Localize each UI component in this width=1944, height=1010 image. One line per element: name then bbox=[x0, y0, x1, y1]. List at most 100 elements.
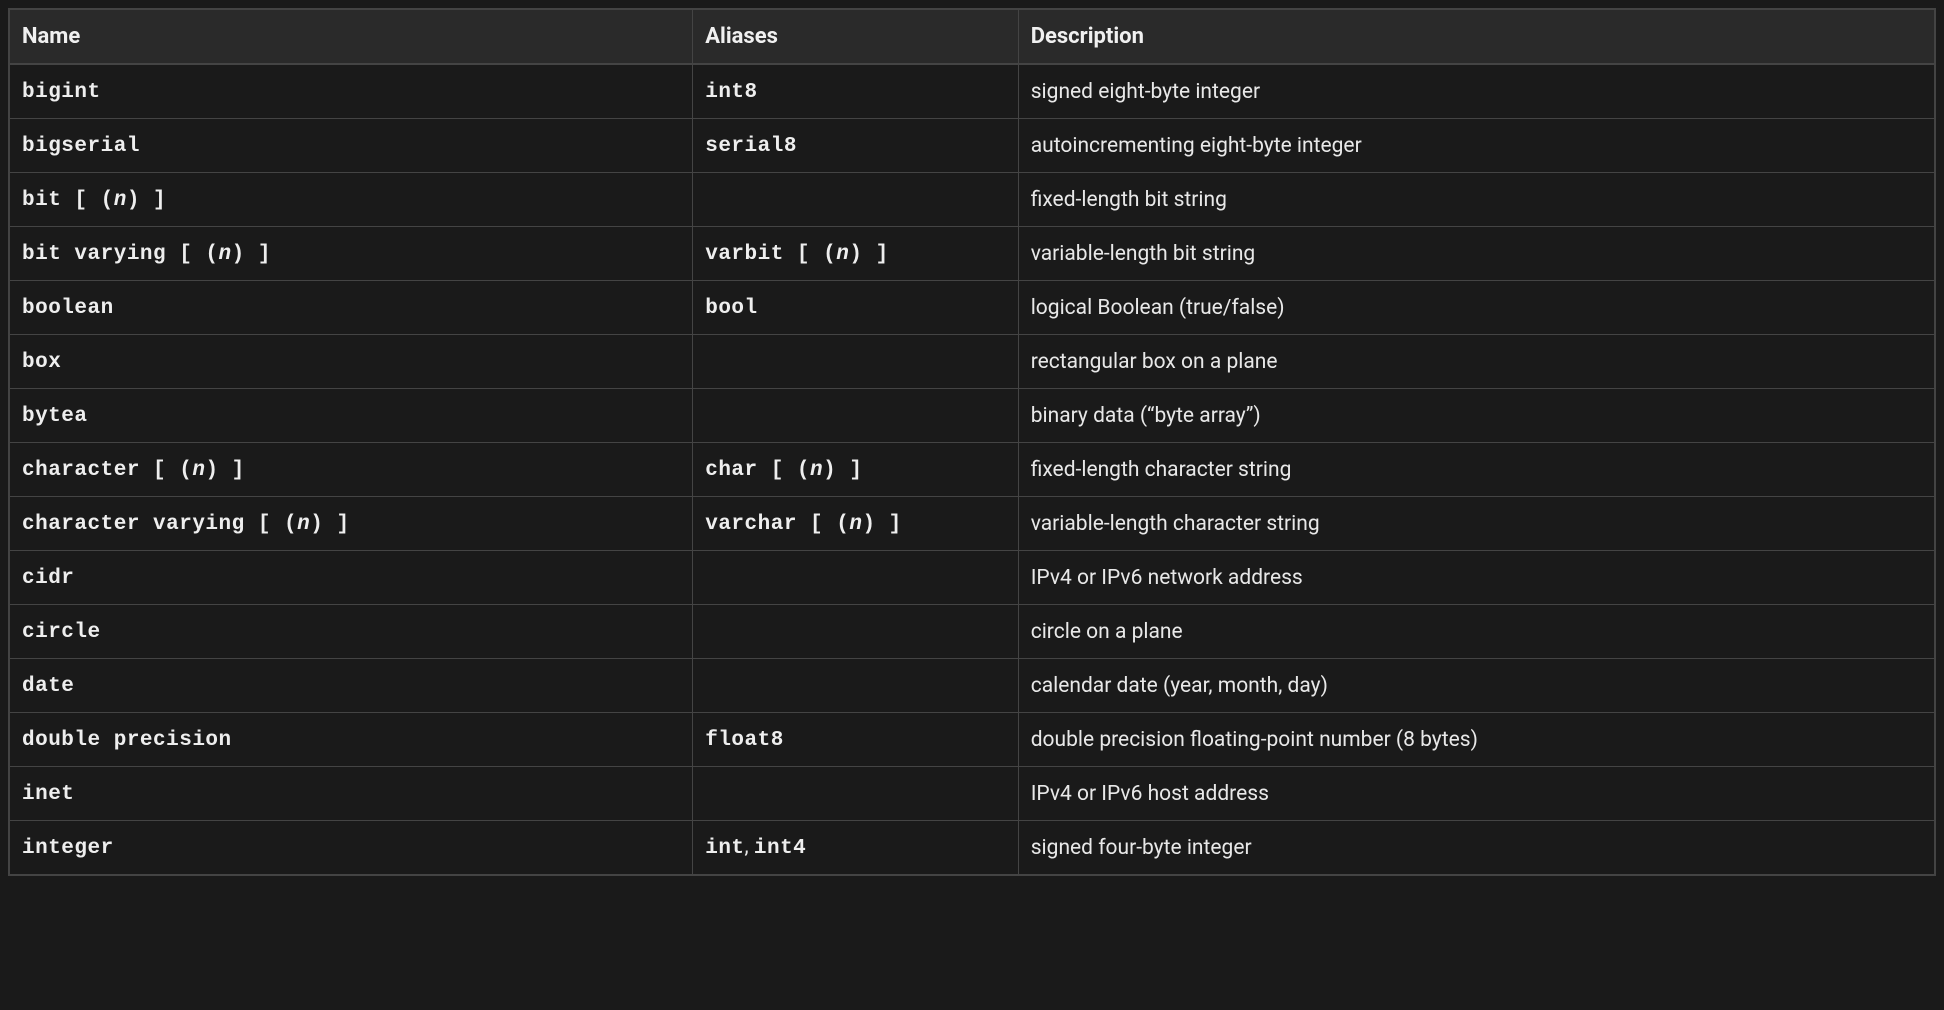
cell-alias: bool bbox=[693, 281, 1018, 335]
cell-name: circle bbox=[9, 605, 693, 659]
cell-name: bigserial bbox=[9, 119, 693, 173]
text-part: varchar [ ( bbox=[705, 513, 849, 536]
text-part: character [ ( bbox=[22, 459, 192, 482]
cell-alias bbox=[693, 389, 1018, 443]
table-row: bigserial serial8 autoincrementing eight-b… bbox=[9, 119, 1935, 173]
table-row: integerint, int4signed four-byte integer bbox=[9, 821, 1935, 876]
cell-alias: float8 bbox=[693, 713, 1018, 767]
table-row: bytea binary data (“byte array”) bbox=[9, 389, 1935, 443]
text-part: character varying [ ( bbox=[22, 513, 297, 536]
cell-description: calendar date (year, month, day) bbox=[1018, 659, 1935, 713]
cell-alias: varchar [ (n) ] bbox=[693, 497, 1018, 551]
text-part: circle bbox=[22, 621, 101, 644]
text-part: integer bbox=[22, 837, 114, 860]
cell-description: variable-length bit string bbox=[1018, 227, 1935, 281]
table-row: double precision float8 double precision f… bbox=[9, 713, 1935, 767]
text-part: serial8 bbox=[705, 135, 797, 158]
cell-name: inet bbox=[9, 767, 693, 821]
cell-alias: int, int4 bbox=[693, 821, 1018, 876]
cell-name: double precision bbox=[9, 713, 693, 767]
text-part: ) ] bbox=[232, 243, 271, 266]
cell-description: signed eight-byte integer bbox=[1018, 64, 1935, 119]
text-part: n bbox=[219, 243, 232, 266]
table-row: bit varying [ (n) ]varbit [ (n) ]variabl… bbox=[9, 227, 1935, 281]
cell-name: cidr bbox=[9, 551, 693, 605]
cell-description: signed four-byte integer bbox=[1018, 821, 1935, 876]
text-part: bytea bbox=[22, 405, 88, 428]
cell-description: IPv4 or IPv6 host address bbox=[1018, 767, 1935, 821]
cell-alias bbox=[693, 605, 1018, 659]
text-part: bigserial bbox=[22, 135, 140, 158]
table-header-row: Name Aliases Description bbox=[9, 9, 1935, 64]
text-part: char [ ( bbox=[705, 459, 810, 482]
header-description: Description bbox=[1018, 9, 1935, 64]
cell-name: character [ (n) ] bbox=[9, 443, 693, 497]
cell-alias bbox=[693, 659, 1018, 713]
table-body: bigintint8signed eight-byte integerbigse… bbox=[9, 64, 1935, 875]
text-part: n bbox=[297, 513, 310, 536]
cell-description: IPv4 or IPv6 network address bbox=[1018, 551, 1935, 605]
cell-alias bbox=[693, 335, 1018, 389]
table-row: character varying [ (n) ]varchar [ (n) ]… bbox=[9, 497, 1935, 551]
cell-alias bbox=[693, 173, 1018, 227]
text-part: varbit [ ( bbox=[705, 243, 836, 266]
data-types-table: Name Aliases Description bigint int8 signe… bbox=[8, 8, 1936, 876]
cell-alias bbox=[693, 551, 1018, 605]
text-part: bit [ ( bbox=[22, 189, 114, 212]
text-part: ) ] bbox=[310, 513, 349, 536]
text-part: boolean bbox=[22, 297, 114, 320]
cell-alias: int8 bbox=[693, 64, 1018, 119]
cell-name: date bbox=[9, 659, 693, 713]
cell-name: bit varying [ (n) ] bbox=[9, 227, 693, 281]
header-aliases: Aliases bbox=[693, 9, 1018, 64]
cell-name: boolean bbox=[9, 281, 693, 335]
text-part: ) ] bbox=[862, 513, 901, 536]
table-row: circle circle on a plane bbox=[9, 605, 1935, 659]
cell-name: bytea bbox=[9, 389, 693, 443]
text-part: ) ] bbox=[205, 459, 244, 482]
cell-alias bbox=[693, 767, 1018, 821]
text-part: int4 bbox=[754, 837, 806, 860]
text-part: inet bbox=[22, 783, 74, 806]
text-part: , bbox=[745, 835, 754, 859]
header-name: Name bbox=[9, 9, 693, 64]
text-part: bool bbox=[705, 297, 757, 320]
table-row: boolean bool logical Boolean (true/false) bbox=[9, 281, 1935, 335]
table-row: bit [ (n) ] fixed-length bit string bbox=[9, 173, 1935, 227]
cell-name: box bbox=[9, 335, 693, 389]
table-row: box rectangular box on a plane bbox=[9, 335, 1935, 389]
text-part: box bbox=[22, 351, 61, 374]
text-part: n bbox=[836, 243, 849, 266]
text-part: n bbox=[192, 459, 205, 482]
table-row: date calendar date (year, month, day) bbox=[9, 659, 1935, 713]
text-part: float8 bbox=[705, 729, 784, 752]
text-part: n bbox=[114, 189, 127, 212]
cell-description: autoincrementing eight-byte integer bbox=[1018, 119, 1935, 173]
text-part: cidr bbox=[22, 567, 74, 590]
text-part: ) ] bbox=[823, 459, 862, 482]
cell-description: binary data (“byte array”) bbox=[1018, 389, 1935, 443]
table-row: cidr IPv4 or IPv6 network address bbox=[9, 551, 1935, 605]
cell-description: logical Boolean (true/false) bbox=[1018, 281, 1935, 335]
text-part: double precision bbox=[22, 729, 232, 752]
text-part: n bbox=[849, 513, 862, 536]
cell-alias: serial8 bbox=[693, 119, 1018, 173]
cell-name: character varying [ (n) ] bbox=[9, 497, 693, 551]
cell-name: integer bbox=[9, 821, 693, 876]
table-row: bigint int8 signed eight-byte integer bbox=[9, 64, 1935, 119]
cell-name: bit [ (n) ] bbox=[9, 173, 693, 227]
text-part: ) ] bbox=[127, 189, 166, 212]
table-row: inet IPv4 or IPv6 host address bbox=[9, 767, 1935, 821]
table-row: character [ (n) ]char [ (n) ]fixed-lengt… bbox=[9, 443, 1935, 497]
cell-name: bigint bbox=[9, 64, 693, 119]
cell-description: circle on a plane bbox=[1018, 605, 1935, 659]
cell-description: double precision floating-point number (… bbox=[1018, 713, 1935, 767]
table-header: Name Aliases Description bbox=[9, 9, 1935, 64]
cell-description: fixed-length bit string bbox=[1018, 173, 1935, 227]
cell-description: rectangular box on a plane bbox=[1018, 335, 1935, 389]
cell-alias: char [ (n) ] bbox=[693, 443, 1018, 497]
text-part: n bbox=[810, 459, 823, 482]
text-part: int8 bbox=[705, 81, 757, 104]
text-part: int bbox=[705, 837, 744, 860]
cell-description: fixed-length character string bbox=[1018, 443, 1935, 497]
